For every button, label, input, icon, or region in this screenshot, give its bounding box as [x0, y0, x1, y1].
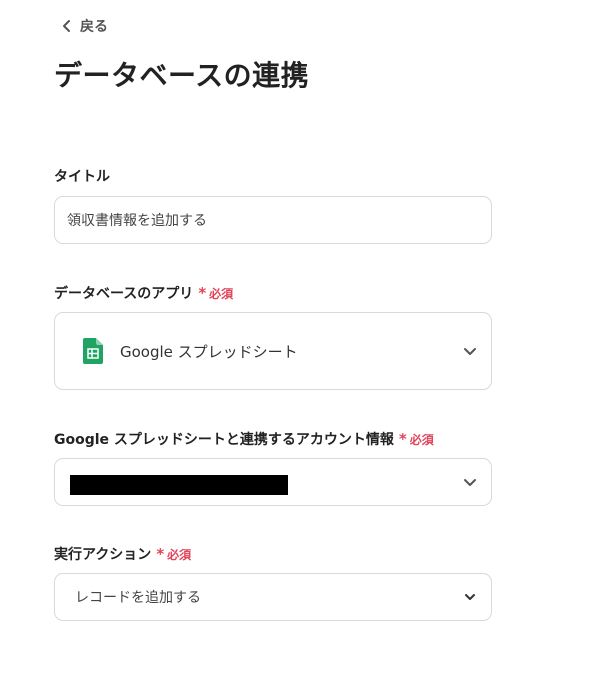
required-text: 必須 — [409, 432, 434, 447]
back-link[interactable]: 戻る — [60, 16, 108, 36]
required-asterisk: * — [198, 283, 207, 302]
required-badge: * 必須 — [156, 546, 191, 563]
required-badge: * 必須 — [198, 285, 233, 302]
account-field-label: Google スプレッドシートと連携するアカウント情報 * 必須 — [54, 429, 434, 449]
title-field[interactable] — [54, 196, 492, 244]
title-label-text: タイトル — [54, 169, 110, 185]
action-select[interactable]: レコードを追加する — [54, 573, 492, 621]
title-field-label: タイトル — [54, 166, 110, 186]
selected-app-name: Google スプレッドシート — [120, 342, 298, 361]
account-label-text: Google スプレッドシートと連携するアカウント情報 — [54, 432, 394, 448]
back-label: 戻る — [80, 19, 108, 35]
page: 戻る データベースの連携 タイトル データベースのアプリ * 必須 Google… — [0, 0, 597, 674]
required-badge: * 必須 — [399, 431, 434, 448]
app-field-label: データベースのアプリ * 必須 — [54, 283, 233, 303]
page-title: データベースの連携 — [54, 59, 310, 92]
app-select[interactable]: Google スプレッドシート — [54, 312, 492, 390]
required-text: 必須 — [167, 547, 192, 562]
action-label-text: 実行アクション — [54, 547, 152, 563]
required-text: 必須 — [209, 286, 234, 301]
chevron-down-icon — [465, 594, 475, 600]
chevron-down-icon — [464, 348, 476, 355]
title-input[interactable] — [55, 197, 491, 243]
google-sheets-icon — [83, 338, 103, 364]
action-field-label: 実行アクション * 必須 — [54, 544, 191, 564]
chevron-left-icon — [63, 20, 70, 32]
redacted-account-value — [70, 475, 288, 495]
selected-action: レコードを追加する — [75, 590, 201, 606]
required-asterisk: * — [156, 544, 165, 563]
app-label-text: データベースのアプリ — [54, 286, 194, 302]
account-select[interactable] — [54, 458, 492, 506]
chevron-down-icon — [464, 479, 476, 486]
required-asterisk: * — [398, 429, 407, 448]
